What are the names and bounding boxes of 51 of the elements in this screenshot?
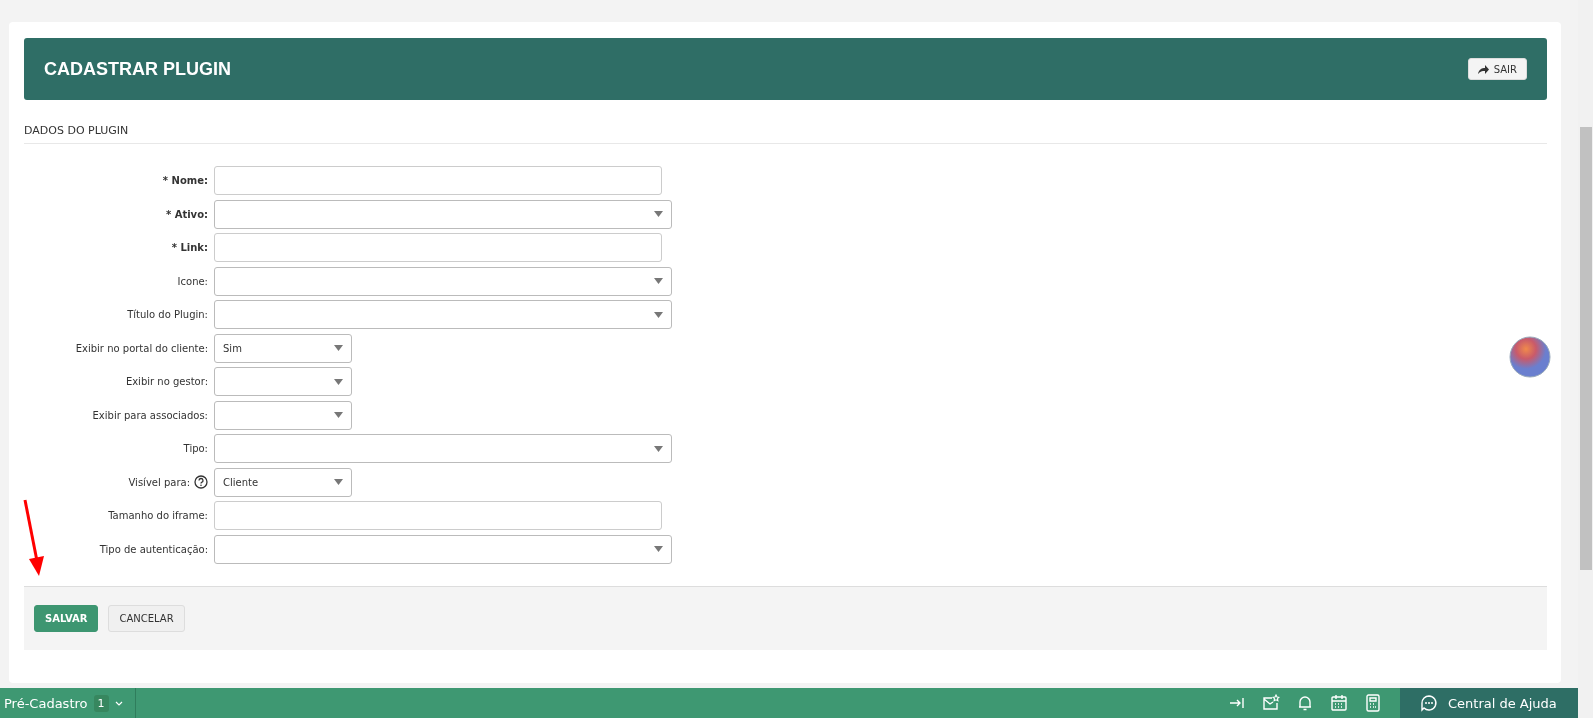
select-field[interactable]: Cliente <box>214 467 352 497</box>
select-field[interactable] <box>214 434 672 464</box>
assistant-orb-icon[interactable] <box>1509 336 1551 378</box>
field-label: * Nome: <box>162 175 208 187</box>
caret-icon <box>334 412 343 419</box>
field-label: Visível para: <box>128 476 190 488</box>
text-field[interactable] <box>214 166 662 196</box>
field-label: Icone: <box>177 275 208 287</box>
caret-icon <box>334 378 343 385</box>
caret-icon <box>654 211 663 218</box>
field-label: Exibir para associados: <box>92 409 208 421</box>
field-label: * Link: <box>171 242 208 254</box>
help-icon[interactable] <box>194 475 208 490</box>
chat-bubble-icon <box>1420 694 1438 712</box>
caret-icon <box>654 278 663 285</box>
text-field[interactable] <box>214 233 662 263</box>
text-field[interactable] <box>214 501 662 531</box>
field-label: Tipo: <box>183 443 208 455</box>
caret-icon <box>334 345 343 352</box>
field-label: Exibir no portal do cliente: <box>75 342 208 354</box>
page-title: CADASTRAR PLUGIN <box>44 58 231 80</box>
chevron-down-icon <box>114 700 123 706</box>
save-button[interactable]: SALVAR <box>34 605 99 632</box>
calendar-icon[interactable] <box>1330 694 1348 712</box>
caret-icon <box>654 546 663 553</box>
pre-cadastro-menu[interactable]: Pré-Cadastro 1 <box>0 688 136 718</box>
select-field[interactable] <box>214 367 352 397</box>
exit-button[interactable]: SAIR <box>1467 58 1527 80</box>
select-field[interactable] <box>214 266 672 296</box>
mail-star-icon[interactable] <box>1262 694 1280 712</box>
select-field[interactable] <box>214 534 672 564</box>
field-label: Exibir no gestor: <box>125 376 208 388</box>
caret-icon <box>654 311 663 318</box>
share-arrow-icon <box>1477 64 1489 74</box>
help-center-button[interactable]: Central de Ajuda <box>1400 688 1578 718</box>
field-label: * Ativo: <box>165 208 208 220</box>
section-title: DADOS DO PLUGIN <box>24 100 1547 144</box>
scroll-thumb[interactable] <box>1580 127 1592 570</box>
caret-icon <box>654 445 663 452</box>
select-field[interactable] <box>214 300 672 330</box>
count-badge: 1 <box>93 694 109 712</box>
bell-icon[interactable] <box>1296 694 1314 712</box>
caret-icon <box>334 479 343 486</box>
select-field[interactable] <box>214 199 672 229</box>
field-label: Tipo de autenticação: <box>99 543 208 555</box>
cancel-button[interactable]: CANCELAR <box>108 605 185 632</box>
field-label: Título do Plugin: <box>127 309 208 321</box>
field-label: Tamanho do iframe: <box>108 510 208 522</box>
calculator-icon[interactable] <box>1364 694 1382 712</box>
select-field[interactable]: Sim <box>214 333 352 363</box>
select-field[interactable] <box>214 400 352 430</box>
